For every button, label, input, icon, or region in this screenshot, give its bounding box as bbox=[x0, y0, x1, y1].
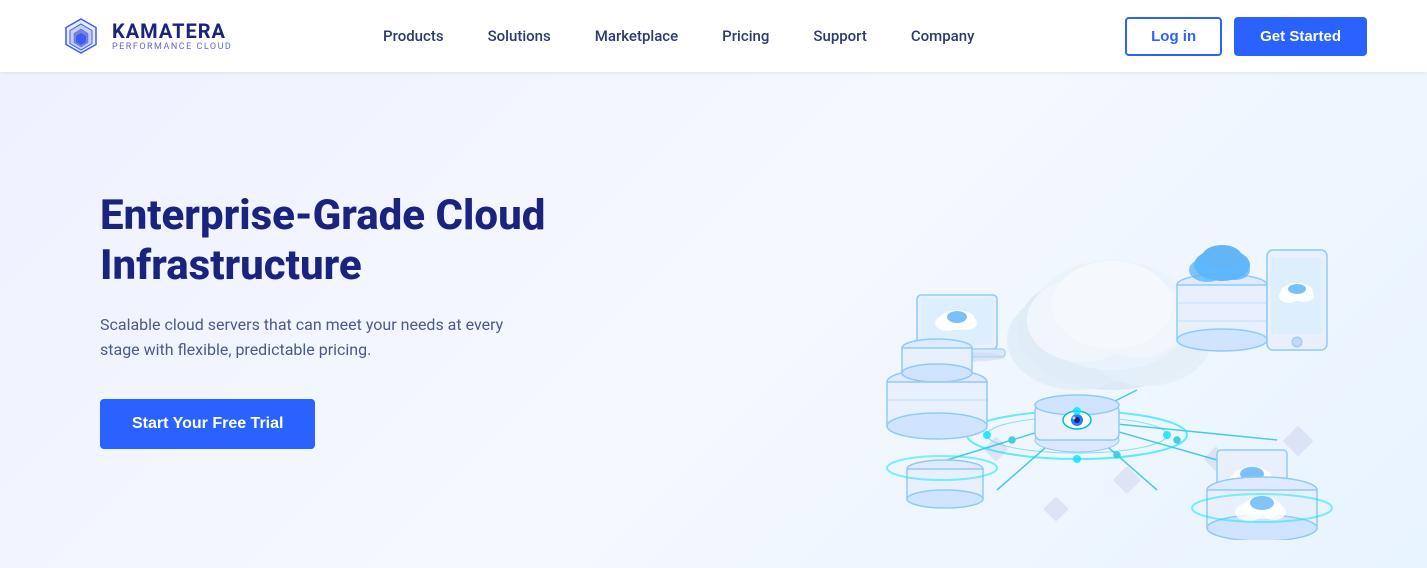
kamatera-logo-icon bbox=[60, 15, 102, 57]
hero-title: Enterprise-Grade Cloud Infrastructure bbox=[100, 191, 620, 292]
navbar-actions: Log in Get Started bbox=[1125, 17, 1367, 56]
nav-link-company[interactable]: Company bbox=[889, 0, 997, 72]
hero-content: Enterprise-Grade Cloud Infrastructure Sc… bbox=[100, 191, 620, 449]
nav-menu: Products Solutions Marketplace Pricing S… bbox=[361, 0, 996, 72]
navbar: KAMATERA PERFORMANCE CLOUD Products Solu… bbox=[0, 0, 1427, 72]
logo-text: KAMATERA PERFORMANCE CLOUD bbox=[112, 21, 232, 52]
hero-section: Enterprise-Grade Cloud Infrastructure Sc… bbox=[0, 72, 1427, 568]
brand-name: KAMATERA bbox=[112, 21, 232, 41]
nav-item-support: Support bbox=[791, 0, 888, 72]
nav-item-marketplace: Marketplace bbox=[573, 0, 700, 72]
nav-link-marketplace[interactable]: Marketplace bbox=[573, 0, 700, 72]
logo-link[interactable]: KAMATERA PERFORMANCE CLOUD bbox=[60, 15, 232, 57]
nav-item-solutions: Solutions bbox=[466, 0, 573, 72]
brand-tagline: PERFORMANCE CLOUD bbox=[112, 43, 232, 52]
nav-item-company: Company bbox=[889, 0, 997, 72]
cloud-illustration bbox=[787, 100, 1367, 540]
hero-illustration bbox=[787, 100, 1367, 540]
free-trial-button[interactable]: Start Your Free Trial bbox=[100, 399, 315, 449]
nav-item-products: Products bbox=[361, 0, 466, 72]
get-started-button[interactable]: Get Started bbox=[1234, 17, 1367, 56]
nav-item-pricing: Pricing bbox=[700, 0, 791, 72]
nav-link-products[interactable]: Products bbox=[361, 0, 466, 72]
login-button[interactable]: Log in bbox=[1125, 17, 1222, 56]
nav-link-support[interactable]: Support bbox=[791, 0, 888, 72]
nav-link-solutions[interactable]: Solutions bbox=[466, 0, 573, 72]
hero-subtitle: Scalable cloud servers that can meet you… bbox=[100, 312, 520, 363]
nav-link-pricing[interactable]: Pricing bbox=[700, 0, 791, 72]
